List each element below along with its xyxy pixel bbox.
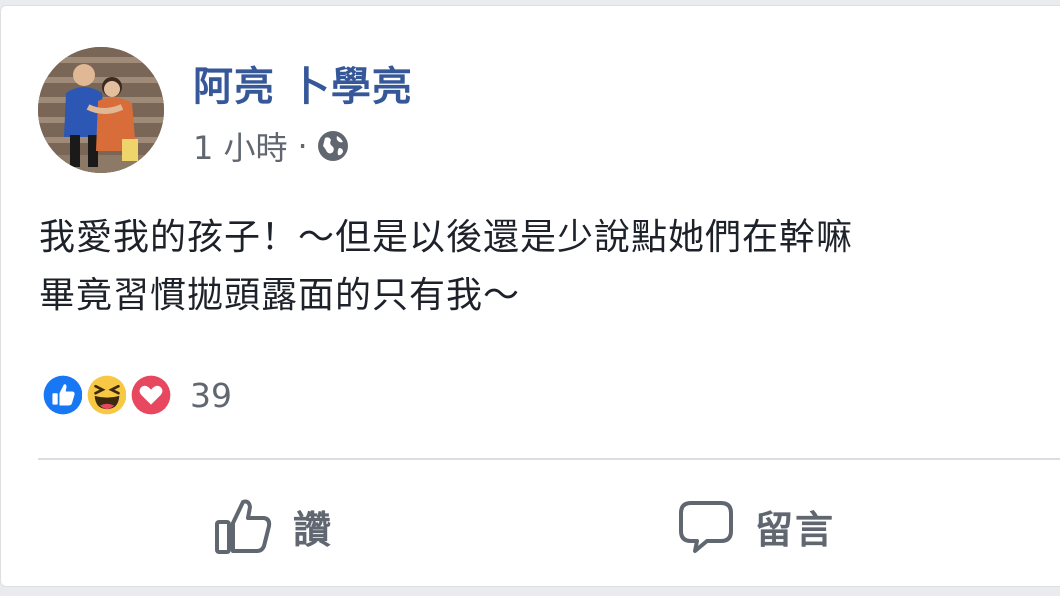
- meta-separator: ·: [297, 127, 308, 165]
- love-reaction-icon: [126, 370, 176, 420]
- author-avatar[interactable]: [38, 47, 164, 173]
- like-reaction-icon: [38, 370, 88, 420]
- author-name[interactable]: 阿亮 卜學亮: [193, 54, 413, 112]
- comment-label: 留言: [755, 507, 836, 552]
- comment-icon: [677, 497, 735, 555]
- post-timestamp[interactable]: 1 小時: [193, 123, 288, 169]
- post-text-line-1: 我愛我的孩子！～但是以後還是少說點她們在幹嘛: [39, 217, 854, 258]
- comment-button[interactable]: 留言: [677, 491, 835, 561]
- thumbs-up-icon: [213, 496, 273, 556]
- reactions-summary[interactable]: 39: [38, 368, 232, 422]
- post-text: 我愛我的孩子！～但是以後還是少說點她們在幹嘛 畢竟習慣拋頭露面的只有我～: [39, 209, 853, 325]
- like-button[interactable]: 讚: [213, 491, 333, 561]
- like-label: 讚: [293, 507, 334, 552]
- globe-icon[interactable]: [316, 129, 350, 163]
- actions-divider: [38, 458, 1060, 460]
- reaction-count[interactable]: 39: [190, 376, 232, 415]
- haha-reaction-icon: [82, 370, 132, 420]
- post-meta: 1 小時 ·: [193, 124, 350, 168]
- post-text-line-2: 畢竟習慣拋頭露面的只有我～: [39, 275, 521, 316]
- avatar-photo: [38, 47, 164, 173]
- post-card: 阿亮 卜學亮 1 小時 · 我愛我的孩子！～但是以後還是少說點她們在幹嘛 畢竟習…: [0, 5, 1060, 587]
